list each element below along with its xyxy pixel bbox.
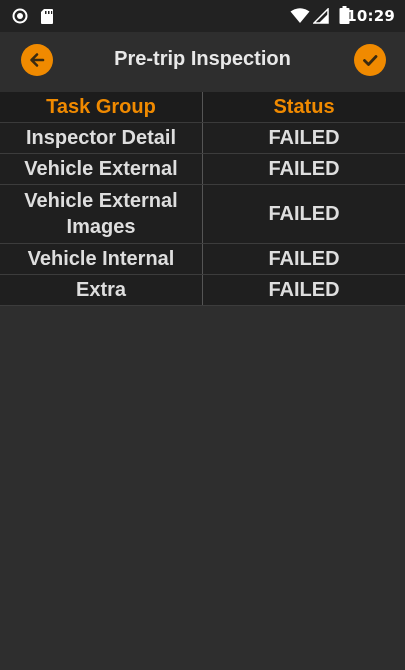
table-row[interactable]: Vehicle External Images FAILED	[0, 185, 405, 244]
sd-card-icon	[40, 8, 54, 29]
table-row[interactable]: Vehicle External FAILED	[0, 154, 405, 185]
status-cell: FAILED	[268, 202, 340, 225]
column-header-status: Status	[273, 95, 335, 118]
column-header-task-group: Task Group	[0, 92, 203, 122]
status-bar: 10:29	[0, 0, 405, 32]
task-group-cell: Vehicle Internal	[0, 244, 203, 274]
status-cell: FAILED	[268, 247, 340, 270]
task-group-cell: Inspector Detail	[0, 123, 203, 153]
status-cell: FAILED	[268, 278, 340, 301]
table-row[interactable]: Inspector Detail FAILED	[0, 123, 405, 154]
wifi-icon	[290, 8, 310, 29]
page-title: Pre-trip Inspection	[114, 48, 291, 70]
status-cell: FAILED	[268, 126, 340, 149]
signal-icon	[312, 7, 329, 29]
status-cell: FAILED	[268, 157, 340, 180]
app-header: Pre-trip Inspection	[0, 32, 405, 92]
clock: 10:29	[346, 7, 395, 25]
circle-icon	[12, 8, 28, 29]
screen: 10:29 Pre-trip Inspection Task Group Sta…	[0, 0, 405, 670]
task-group-cell: Vehicle External Images	[0, 185, 203, 243]
table-row[interactable]: Vehicle Internal FAILED	[0, 244, 405, 275]
task-group-cell: Extra	[0, 275, 203, 305]
task-group-cell: Vehicle External	[0, 154, 203, 184]
table-header: Task Group Status	[0, 92, 405, 123]
task-table: Task Group Status Inspector Detail FAILE…	[0, 92, 405, 306]
checkmark-icon	[360, 50, 380, 70]
confirm-button[interactable]	[354, 44, 386, 76]
table-row[interactable]: Extra FAILED	[0, 275, 405, 306]
